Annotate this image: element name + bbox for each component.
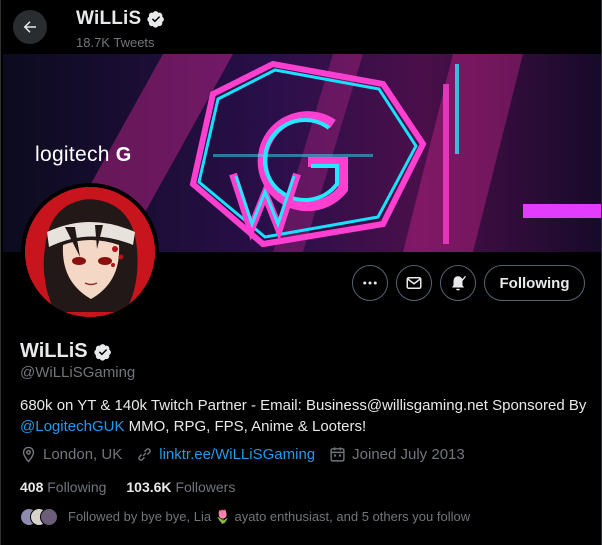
logitech-logo: logitech G — [35, 143, 132, 167]
location-pin-icon — [22, 446, 35, 463]
location-item: London, UK — [20, 446, 122, 463]
link-icon — [138, 448, 152, 461]
followed-by-row[interactable]: Followed by bye bye, Lia 🌷 ayato enthusi… — [20, 508, 470, 526]
logitech-wordmark: logitech — [35, 143, 110, 166]
avatar-image — [25, 187, 155, 317]
follower-avatar — [40, 508, 58, 526]
profile-avatar[interactable] — [21, 183, 159, 321]
bio-mention-link[interactable]: @LogitechGUK — [20, 418, 124, 435]
arrow-left-icon — [23, 21, 36, 33]
followers-count-link[interactable]: 103.6K Followers — [126, 479, 235, 495]
profile-name: WiLLiS — [20, 340, 88, 362]
profile-meta: London, UK linktr.ee/WiLLiSGaming Joined… — [20, 446, 479, 463]
follow-counts: 408 Following 103.6K Followers — [20, 479, 235, 495]
bell-check-icon — [452, 275, 467, 291]
following-label: Following — [47, 479, 107, 495]
bio-text: 680k on YT & 140k Twitch Partner - Email… — [20, 397, 587, 414]
following-count-link[interactable]: 408 Following — [20, 479, 106, 495]
website-link[interactable]: linktr.ee/WiLLiSGaming — [159, 446, 315, 463]
envelope-icon — [406, 277, 422, 289]
ellipsis-icon — [363, 281, 377, 285]
more-options-button[interactable] — [352, 265, 388, 301]
top-bar: WiLLiS 18.7K Tweets — [1, 0, 601, 54]
follower-avatars — [20, 508, 60, 526]
back-button[interactable] — [13, 10, 47, 44]
notifications-button[interactable] — [440, 265, 476, 301]
logitech-g-icon: G — [115, 143, 132, 166]
followers-count: 103.6K — [126, 479, 172, 495]
followed-by-text: Followed by bye bye, Lia 🌷 ayato enthusi… — [68, 509, 471, 524]
anime-avatar-art — [25, 187, 155, 317]
following-count: 408 — [20, 479, 44, 495]
profile-handle: @WiLLiSGaming — [20, 364, 136, 381]
verified-badge-icon — [147, 11, 165, 28]
website-item: linktr.ee/WiLLiSGaming — [136, 446, 315, 463]
header-title: WiLLiS — [76, 8, 142, 29]
verified-badge-icon — [93, 343, 111, 361]
profile-bio: 680k on YT & 140k Twitch Partner - Email… — [20, 395, 595, 437]
joined-item: Joined July 2013 — [329, 446, 465, 463]
calendar-icon — [330, 447, 345, 462]
followers-label: Followers — [175, 479, 236, 495]
profile-name-row: WiLLiS — [20, 340, 112, 363]
following-button[interactable]: Following — [484, 265, 585, 301]
tweet-count: 18.7K Tweets — [76, 35, 155, 50]
message-button[interactable] — [396, 265, 432, 301]
profile-page: WiLLiS 18.7K Tweets logitech G Following… — [0, 0, 602, 545]
location-text: London, UK — [43, 446, 123, 463]
joined-text: Joined July 2013 — [352, 446, 465, 463]
bio-text-rest: MMO, RPG, FPS, Anime & Looters! — [124, 418, 367, 435]
